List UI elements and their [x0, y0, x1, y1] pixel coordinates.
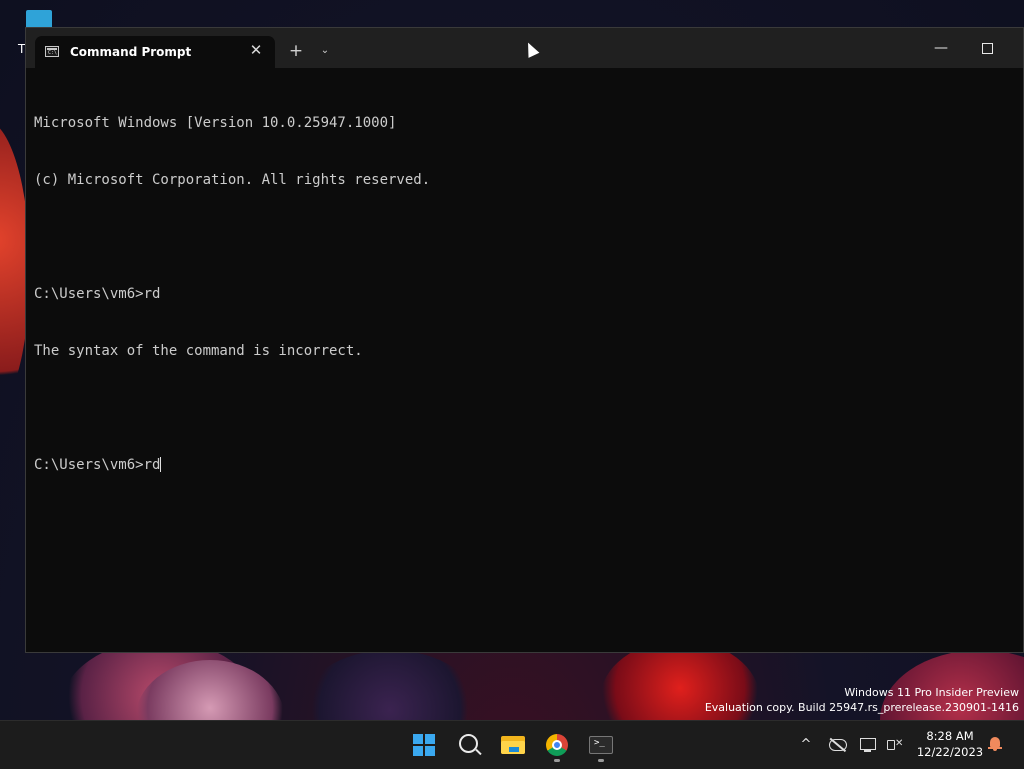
monitor-stand-icon: [864, 750, 871, 752]
console-line: The syntax of the command is incorrect.: [34, 343, 363, 359]
minimize-button[interactable]: —: [918, 36, 964, 66]
terminal-button[interactable]: >_: [583, 727, 619, 763]
monitor-icon: [860, 738, 876, 750]
network-icon[interactable]: [860, 721, 878, 769]
maximize-button[interactable]: [964, 36, 1010, 66]
show-hidden-icons-button[interactable]: ^: [798, 721, 814, 769]
running-indicator: [598, 759, 604, 762]
chrome-icon-core: [552, 740, 562, 750]
start-icon: [413, 746, 423, 756]
volume-muted-icon[interactable]: ✕: [886, 721, 904, 769]
start-icon: [425, 746, 435, 756]
console-output[interactable]: Microsoft Windows [Version 10.0.25947.10…: [34, 76, 1014, 646]
speaker-icon: [887, 740, 895, 750]
text-cursor: [160, 457, 162, 472]
tab-command-prompt[interactable]: C:\ Command Prompt ✕: [35, 36, 275, 68]
evaluation-watermark: Windows 11 Pro Insider Preview Evaluatio…: [705, 685, 1019, 715]
bell-clapper: [993, 749, 997, 751]
search-icon-handle: [475, 748, 482, 756]
notification-bell-icon[interactable]: [988, 737, 1002, 751]
watermark-line-1: Windows 11 Pro Insider Preview: [844, 686, 1019, 699]
console-line: Microsoft Windows [Version 10.0.25947.10…: [34, 115, 397, 131]
running-indicator: [554, 759, 560, 762]
console-line: (c) Microsoft Corporation. All rights re…: [34, 172, 431, 188]
start-icon: [425, 734, 435, 744]
watermark-line-2: Evaluation copy. Build 25947.rs_prerelea…: [704, 701, 1019, 714]
taskbar: >_ ^ ✕ 8:28 AM 12/22/2023: [0, 720, 1024, 769]
clock-button[interactable]: 8:28 AM 12/22/2023: [914, 728, 986, 760]
folder-icon-accent: [509, 747, 519, 752]
console-line: C:\Users\vm6>rd: [34, 286, 161, 302]
terminal-window[interactable]: C:\ Command Prompt ✕ + ⌄ — Microsoft Win…: [25, 27, 1024, 653]
clock-date: 12/22/2023: [916, 745, 984, 759]
onedrive-offline-icon[interactable]: [829, 721, 849, 769]
cmd-icon: C:\: [45, 46, 59, 57]
console-input[interactable]: C:\Users\vm6>rd: [34, 457, 160, 473]
start-icon: [413, 734, 423, 744]
terminal-icon-text: >_: [594, 738, 605, 748]
file-explorer-button[interactable]: [495, 727, 531, 763]
search-button[interactable]: [451, 727, 487, 763]
tab-dropdown-button[interactable]: ⌄: [316, 41, 334, 61]
close-tab-button[interactable]: ✕: [246, 40, 266, 60]
mute-x-icon: ✕: [895, 738, 904, 749]
console-prompt-line[interactable]: C:\Users\vm6>rd: [34, 456, 1014, 475]
tab-title: Command Prompt: [70, 45, 192, 59]
maximize-icon: [981, 43, 993, 54]
terminal-icon: >_: [589, 736, 613, 754]
chrome-button[interactable]: [539, 727, 575, 763]
wallpaper-shape: [300, 650, 480, 720]
bell-body: [990, 737, 1000, 747]
new-tab-button[interactable]: +: [286, 41, 306, 61]
clock-time: 8:28 AM: [926, 729, 974, 743]
start-button[interactable]: [406, 727, 442, 763]
cmd-icon-text: C:\: [48, 50, 58, 56]
